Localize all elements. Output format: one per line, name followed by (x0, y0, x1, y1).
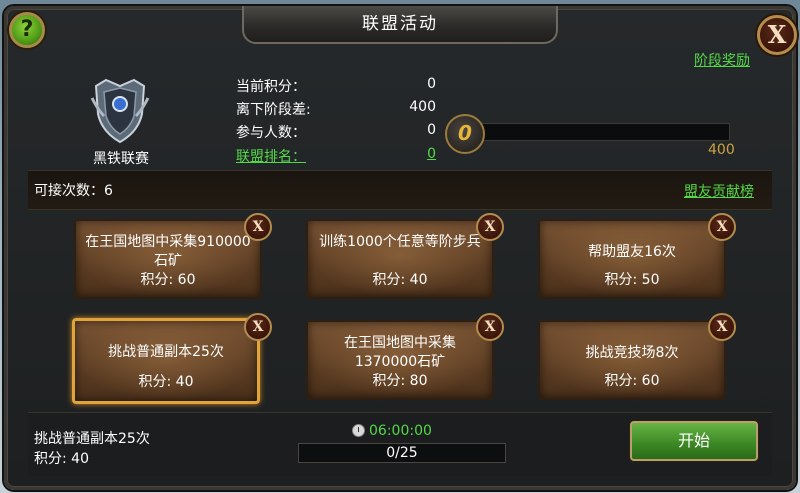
task-card[interactable]: 训练1000个任意等阶步兵 积分: 40 (306, 219, 494, 299)
remove-task-button[interactable]: X (476, 213, 504, 241)
task-name: 在王国地图中采集910000石矿 (85, 234, 251, 269)
remove-task-button[interactable]: X (708, 213, 736, 241)
question-icon: ? (20, 17, 34, 42)
score-progress-bar (470, 123, 730, 141)
alliance-rank-link[interactable]: 联盟排名： (236, 146, 306, 166)
stage-max-score: 400 (708, 142, 735, 158)
next-stage-label: 离下阶段差: (236, 102, 311, 118)
close-icon: X (252, 319, 264, 335)
task-card[interactable]: 挑战竞技场8次 积分: 60 (538, 320, 726, 400)
start-button[interactable]: 开始 (630, 421, 758, 461)
participants-value: 0 (427, 122, 436, 138)
stage-reward-link[interactable]: 阶段奖励 (694, 50, 750, 70)
next-stage-value: 400 (409, 99, 436, 115)
dialog-title: 联盟活动 (242, 6, 558, 44)
contribution-rank-link[interactable]: 盟友贡献榜 (684, 181, 754, 201)
countdown-timer: 06:00:00 (352, 423, 432, 439)
help-button[interactable]: ? (9, 12, 45, 48)
task-name: 挑战普通副本25次 (108, 344, 224, 360)
task-card-selected[interactable]: 挑战普通副本25次 积分: 40 (72, 318, 260, 404)
current-score-value: 0 (427, 76, 436, 92)
task-card[interactable]: 帮助盟友16次 积分: 50 (538, 219, 726, 299)
task-score: 积分: 40 (372, 272, 428, 288)
remove-task-button[interactable]: X (244, 213, 272, 241)
task-score: 积分: 80 (372, 373, 428, 389)
league-name: 黑铁联赛 (93, 151, 149, 167)
task-score: 积分: 60 (140, 272, 196, 288)
task-score: 积分: 50 (604, 272, 660, 288)
close-icon: X (484, 319, 496, 335)
task-card[interactable]: 在王国地图中采集1370000石矿 积分: 80 (306, 320, 494, 400)
task-name: 在王国地图中采集1370000石矿 (344, 335, 456, 370)
remove-task-button[interactable]: X (708, 313, 736, 341)
remove-task-button[interactable]: X (244, 313, 272, 341)
close-icon: X (484, 219, 496, 235)
task-score: 积分: 60 (604, 373, 660, 389)
medal-icon: 0 (445, 114, 485, 154)
timer-value: 06:00:00 (369, 423, 432, 439)
attempts-count: 可接次数：6 (34, 183, 113, 199)
selected-task-score: 积分: 40 (34, 451, 89, 467)
close-icon: X (767, 20, 787, 49)
clock-icon (352, 424, 365, 437)
task-name: 帮助盟友16次 (588, 244, 676, 260)
close-button[interactable]: X (757, 15, 797, 55)
selected-task-name: 挑战普通副本25次 (34, 431, 150, 447)
close-icon: X (716, 219, 728, 235)
participants-label: 参与人数： (236, 125, 306, 141)
task-progress-count: 0/25 (386, 445, 418, 461)
current-score-label: 当前积分： (236, 79, 306, 95)
close-icon: X (252, 219, 264, 235)
close-icon: X (716, 319, 728, 335)
task-progress-bar: 0/25 (298, 443, 506, 463)
medal-value: 0 (458, 121, 472, 145)
alliance-rank-value[interactable]: 0 (376, 146, 436, 162)
attempts-band (28, 170, 772, 210)
task-name: 训练1000个任意等阶步兵 (319, 234, 481, 250)
shield-badge-icon (90, 78, 150, 144)
task-card[interactable]: 在王国地图中采集910000石矿 积分: 60 (74, 219, 262, 299)
task-score: 积分: 40 (138, 374, 194, 390)
remove-task-button[interactable]: X (476, 313, 504, 341)
task-name: 挑战竞技场8次 (585, 345, 679, 361)
